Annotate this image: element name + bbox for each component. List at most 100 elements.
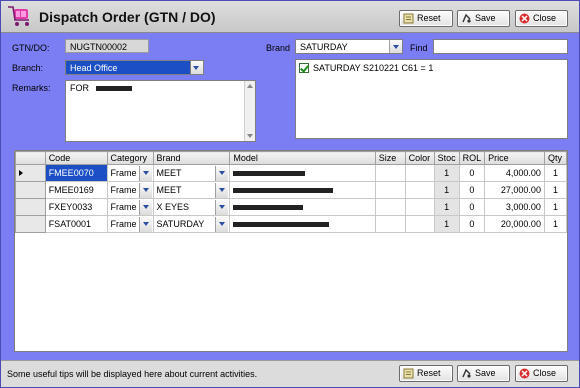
- category-value: Frame: [110, 168, 137, 178]
- checkbox-checked-icon[interactable]: [299, 63, 309, 73]
- branch-dropdown-button[interactable]: [190, 60, 204, 75]
- size-cell[interactable]: [374, 198, 406, 216]
- chevron-down-icon: [138, 183, 152, 198]
- chevron-down-icon: [215, 166, 229, 181]
- close-button[interactable]: Close: [515, 10, 568, 27]
- column-header-stock[interactable]: Stoc: [433, 151, 460, 165]
- price-cell[interactable]: 4,000.00: [484, 164, 545, 182]
- brand-item-label: SATURDAY S210221 C61 = 1: [313, 63, 434, 73]
- row-indicator[interactable]: [15, 181, 46, 199]
- brand-cell-value: SATURDAY: [156, 219, 205, 229]
- reset-label: Reset: [417, 13, 441, 23]
- reset-button-bottom[interactable]: Reset: [399, 365, 453, 382]
- redaction-mark: [95, 86, 132, 92]
- qty-cell[interactable]: 1: [543, 164, 568, 182]
- qty-cell[interactable]: 1: [543, 181, 568, 199]
- code-cell[interactable]: FXEY0033: [44, 198, 108, 216]
- price-cell[interactable]: 20,000.00: [484, 215, 545, 233]
- remarks-label: Remarks:: [12, 83, 51, 93]
- column-header-price[interactable]: Price: [484, 151, 545, 165]
- column-header-indicator: [15, 151, 46, 165]
- code-cell[interactable]: FMEE0169: [44, 181, 108, 199]
- model-cell[interactable]: [229, 164, 376, 182]
- list-item[interactable]: SATURDAY S210221 C61 = 1: [296, 60, 567, 75]
- remarks-scrollbar[interactable]: [244, 81, 255, 141]
- table-row[interactable]: FSAT0001 Frame SATURDAY 1 0 20,000.00 1: [15, 215, 568, 233]
- qty-cell[interactable]: 1: [543, 215, 568, 233]
- category-select[interactable]: Frame: [106, 215, 154, 233]
- save-icon: [462, 368, 471, 378]
- row-indicator[interactable]: [15, 198, 46, 216]
- brand-select[interactable]: SATURDAY: [295, 39, 403, 54]
- row-indicator[interactable]: [15, 164, 46, 182]
- column-header-rol[interactable]: ROL: [458, 151, 486, 165]
- branch-select[interactable]: Head Office: [65, 60, 191, 75]
- brand-cell-select[interactable]: SATURDAY: [152, 215, 231, 233]
- column-header-qty[interactable]: Qty: [543, 151, 568, 165]
- branch-value: Head Office: [70, 63, 118, 73]
- save-label: Save: [475, 368, 496, 378]
- code-cell[interactable]: FMEE0070: [44, 164, 108, 182]
- column-header-category[interactable]: Category: [106, 151, 154, 165]
- price-cell[interactable]: 3,000.00: [484, 198, 545, 216]
- save-button-bottom[interactable]: Save: [457, 365, 510, 382]
- rol-cell[interactable]: 0: [458, 198, 486, 216]
- order-grid: Code Category Brand Model Size Color Sto…: [14, 150, 568, 352]
- brand-cell-select[interactable]: MEET: [152, 181, 231, 199]
- scroll-up-icon: [247, 84, 253, 88]
- save-label: Save: [475, 13, 496, 23]
- close-button-bottom[interactable]: Close: [515, 365, 568, 382]
- price-cell[interactable]: 27,000.00: [484, 181, 545, 199]
- chevron-down-icon: [138, 217, 152, 232]
- close-icon: [519, 368, 530, 379]
- brand-cell-select[interactable]: X EYES: [152, 198, 231, 216]
- brand-label: Brand: [266, 43, 291, 53]
- table-row[interactable]: FMEE0169 Frame MEET 1 0 27,000.00 1: [15, 181, 568, 199]
- brand-cell-select[interactable]: MEET: [152, 164, 231, 182]
- table-row[interactable]: FMEE0070 Frame MEET 1 0 4,000.00 1: [15, 164, 568, 182]
- column-header-brand[interactable]: Brand: [152, 151, 231, 165]
- status-tip: Some useful tips will be displayed here …: [7, 369, 258, 379]
- stock-cell: 1: [433, 181, 460, 199]
- column-header-code[interactable]: Code: [44, 151, 108, 165]
- find-input[interactable]: [433, 39, 568, 54]
- qty-cell[interactable]: 1: [543, 198, 568, 216]
- reset-button[interactable]: Reset: [399, 10, 453, 27]
- chevron-down-icon: [215, 200, 229, 215]
- status-bar: Some useful tips will be displayed here …: [1, 360, 579, 387]
- color-cell[interactable]: [404, 215, 435, 233]
- category-select[interactable]: Frame: [106, 198, 154, 216]
- remarks-textarea[interactable]: FOR: [65, 80, 256, 142]
- model-cell[interactable]: [229, 181, 376, 199]
- model-cell[interactable]: [229, 198, 376, 216]
- model-cell[interactable]: [229, 215, 376, 233]
- category-value: Frame: [110, 202, 137, 212]
- redaction-mark: [233, 171, 306, 177]
- reset-icon: [403, 13, 414, 24]
- rol-cell[interactable]: 0: [458, 181, 486, 199]
- color-cell[interactable]: [404, 181, 435, 199]
- column-header-color[interactable]: Color: [404, 151, 435, 165]
- column-header-model[interactable]: Model: [229, 151, 376, 165]
- size-cell[interactable]: [374, 215, 406, 233]
- size-cell[interactable]: [374, 164, 406, 182]
- stock-cell: 1: [433, 164, 460, 182]
- color-cell[interactable]: [404, 198, 435, 216]
- stock-cell: 1: [433, 215, 460, 233]
- gtn-field[interactable]: NUGTN00002: [65, 39, 149, 53]
- rol-cell[interactable]: 0: [458, 164, 486, 182]
- brand-cell-value: X EYES: [156, 202, 190, 212]
- color-cell[interactable]: [404, 164, 435, 182]
- row-pointer-icon: [19, 170, 23, 176]
- category-select[interactable]: Frame: [106, 181, 154, 199]
- row-indicator[interactable]: [15, 215, 46, 233]
- table-row[interactable]: FXEY0033 Frame X EYES 1 0 3,000.00 1: [15, 198, 568, 216]
- size-cell[interactable]: [374, 181, 406, 199]
- save-button[interactable]: Save: [457, 10, 510, 27]
- code-cell[interactable]: FSAT0001: [44, 215, 108, 233]
- rol-cell[interactable]: 0: [458, 215, 486, 233]
- chevron-down-icon: [138, 166, 152, 181]
- category-select[interactable]: Frame: [106, 164, 154, 182]
- brand-cell-value: MEET: [156, 168, 182, 178]
- column-header-size[interactable]: Size: [374, 151, 406, 165]
